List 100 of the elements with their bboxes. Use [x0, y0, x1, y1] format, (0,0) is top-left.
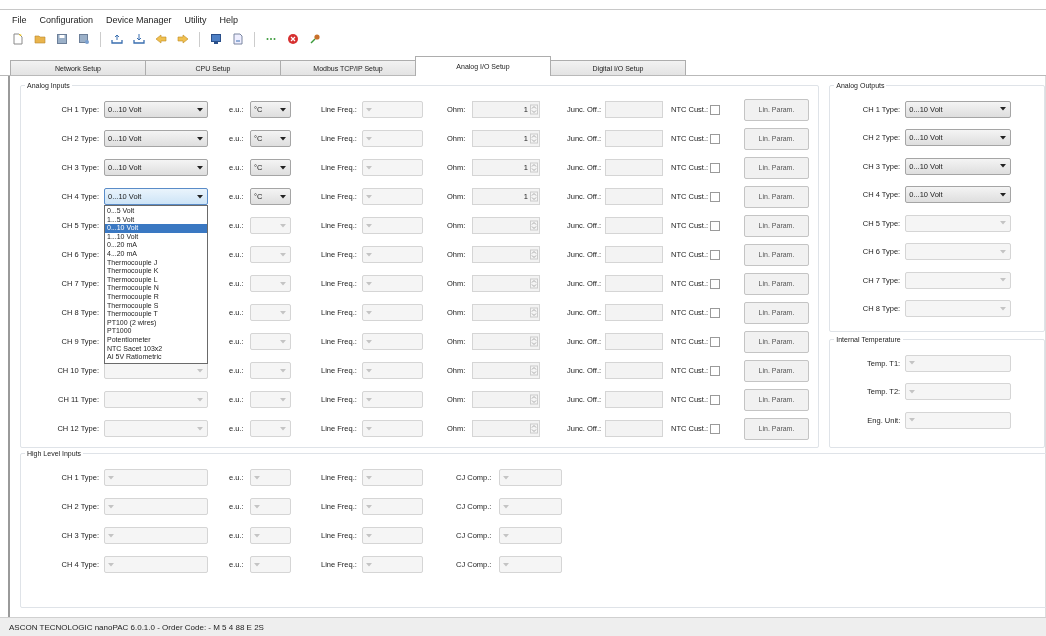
cj-dropdown[interactable]: [499, 527, 562, 544]
ntc-checkbox[interactable]: [710, 249, 720, 260]
frequency-dropdown[interactable]: [362, 188, 423, 205]
junction-offset-field[interactable]: [605, 246, 663, 263]
caret-icon: [366, 368, 372, 373]
monitor-icon[interactable]: [210, 33, 222, 45]
junction-offset-field[interactable]: [605, 188, 663, 205]
caret-icon: [366, 426, 372, 431]
ntc-checkbox[interactable]: [710, 191, 720, 202]
caret-icon: [280, 281, 286, 286]
frequency-dropdown[interactable]: [362, 246, 423, 263]
frequency-dropdown[interactable]: [362, 217, 423, 234]
ohm-spinbox[interactable]: [472, 362, 540, 379]
stop-icon[interactable]: [287, 33, 299, 45]
caret-icon: [280, 194, 286, 199]
frequency-dropdown[interactable]: [362, 391, 423, 408]
menu-item[interactable]: Help: [219, 15, 239, 25]
spin-arrows-icon: [530, 278, 538, 289]
junction-offset-field[interactable]: [605, 362, 663, 379]
ntc-checkbox[interactable]: [710, 365, 720, 376]
ohm-spinbox[interactable]: [472, 420, 540, 437]
arrow-right-icon[interactable]: [177, 33, 189, 45]
ntc-checkbox[interactable]: [710, 423, 720, 434]
menu-item[interactable]: Device Manager: [106, 15, 172, 25]
unit-dropdown[interactable]: [250, 469, 291, 486]
junction-offset-field[interactable]: [605, 101, 663, 118]
ohm-spinbox[interactable]: [472, 275, 540, 292]
value-dropdown[interactable]: [905, 411, 1012, 429]
spin-arrows-icon: [530, 249, 538, 260]
frequency-dropdown[interactable]: [362, 275, 423, 292]
frequency-dropdown[interactable]: [362, 469, 423, 486]
connect-icon[interactable]: [309, 33, 321, 45]
spin-arrows-icon: [530, 423, 538, 434]
caret-icon: [197, 165, 203, 170]
unit-dropdown[interactable]: [250, 420, 291, 437]
junction-offset-field[interactable]: [605, 130, 663, 147]
frequency-dropdown[interactable]: [362, 159, 423, 176]
ntc-checkbox[interactable]: [710, 162, 720, 173]
ohm-spinbox[interactable]: [472, 246, 540, 263]
ohm-spinbox[interactable]: [472, 304, 540, 321]
upload-tray-icon[interactable]: [111, 33, 123, 45]
unit-dropdown[interactable]: [250, 391, 291, 408]
frequency-dropdown[interactable]: [362, 333, 423, 350]
unit-dropdown[interactable]: [250, 556, 291, 573]
ohm-spinbox[interactable]: [472, 391, 540, 408]
cj-dropdown[interactable]: [499, 498, 562, 515]
cj-dropdown[interactable]: [499, 556, 562, 573]
unit-dropdown[interactable]: [250, 304, 291, 321]
frequency-dropdown[interactable]: [362, 556, 423, 573]
frequency-dropdown[interactable]: [362, 527, 423, 544]
save-icon[interactable]: [56, 33, 68, 45]
caret-icon: [1000, 192, 1007, 197]
unit-dropdown[interactable]: [250, 362, 291, 379]
caret-icon: [1000, 164, 1007, 169]
junction-offset-field[interactable]: [605, 391, 663, 408]
arrow-left-icon[interactable]: [155, 33, 167, 45]
ntc-checkbox[interactable]: [710, 336, 720, 347]
menu-item[interactable]: File: [12, 15, 27, 25]
ntc-checkbox[interactable]: [710, 307, 720, 318]
ohm-spinbox[interactable]: [472, 217, 540, 234]
caret-icon: [366, 310, 372, 315]
caret-icon: [909, 418, 916, 423]
frequency-dropdown[interactable]: [362, 362, 423, 379]
ntc-checkbox[interactable]: [710, 133, 720, 144]
junction-offset-field[interactable]: [605, 333, 663, 350]
cj-dropdown[interactable]: [499, 469, 562, 486]
unit-dropdown[interactable]: [250, 333, 291, 350]
junction-offset-field[interactable]: [605, 159, 663, 176]
frequency-dropdown[interactable]: [362, 130, 423, 147]
unit-dropdown[interactable]: [250, 498, 291, 515]
download-tray-icon[interactable]: [133, 33, 145, 45]
unit-dropdown[interactable]: [250, 217, 291, 234]
junction-offset-field[interactable]: [605, 420, 663, 437]
frequency-dropdown[interactable]: [362, 498, 423, 515]
ntc-checkbox[interactable]: [710, 278, 720, 289]
caret-icon: [366, 136, 372, 141]
caret-icon: [280, 252, 286, 257]
document-icon[interactable]: [232, 33, 244, 45]
frequency-dropdown[interactable]: [362, 304, 423, 321]
value-dropdown[interactable]: [905, 383, 1012, 401]
caret-icon: [503, 504, 509, 509]
save-as-icon[interactable]: [78, 33, 90, 45]
frequency-dropdown[interactable]: [362, 420, 423, 437]
unit-dropdown[interactable]: [250, 246, 291, 263]
junction-offset-field[interactable]: [605, 275, 663, 292]
ntc-checkbox[interactable]: [710, 394, 720, 405]
ntc-checkbox[interactable]: [710, 104, 720, 115]
menu-item[interactable]: Configuration: [39, 15, 94, 25]
value-dropdown[interactable]: [905, 354, 1012, 372]
unit-dropdown[interactable]: [250, 275, 291, 292]
unit-dropdown[interactable]: [250, 527, 291, 544]
open-folder-icon[interactable]: [34, 33, 46, 45]
junction-offset-field[interactable]: [605, 217, 663, 234]
junction-offset-field[interactable]: [605, 304, 663, 321]
frequency-dropdown[interactable]: [362, 101, 423, 118]
caret-icon: [909, 361, 916, 366]
ohm-spinbox[interactable]: [472, 333, 540, 350]
new-file-icon[interactable]: [12, 33, 24, 45]
ntc-checkbox[interactable]: [710, 220, 720, 231]
menu-item[interactable]: Utility: [184, 15, 207, 25]
